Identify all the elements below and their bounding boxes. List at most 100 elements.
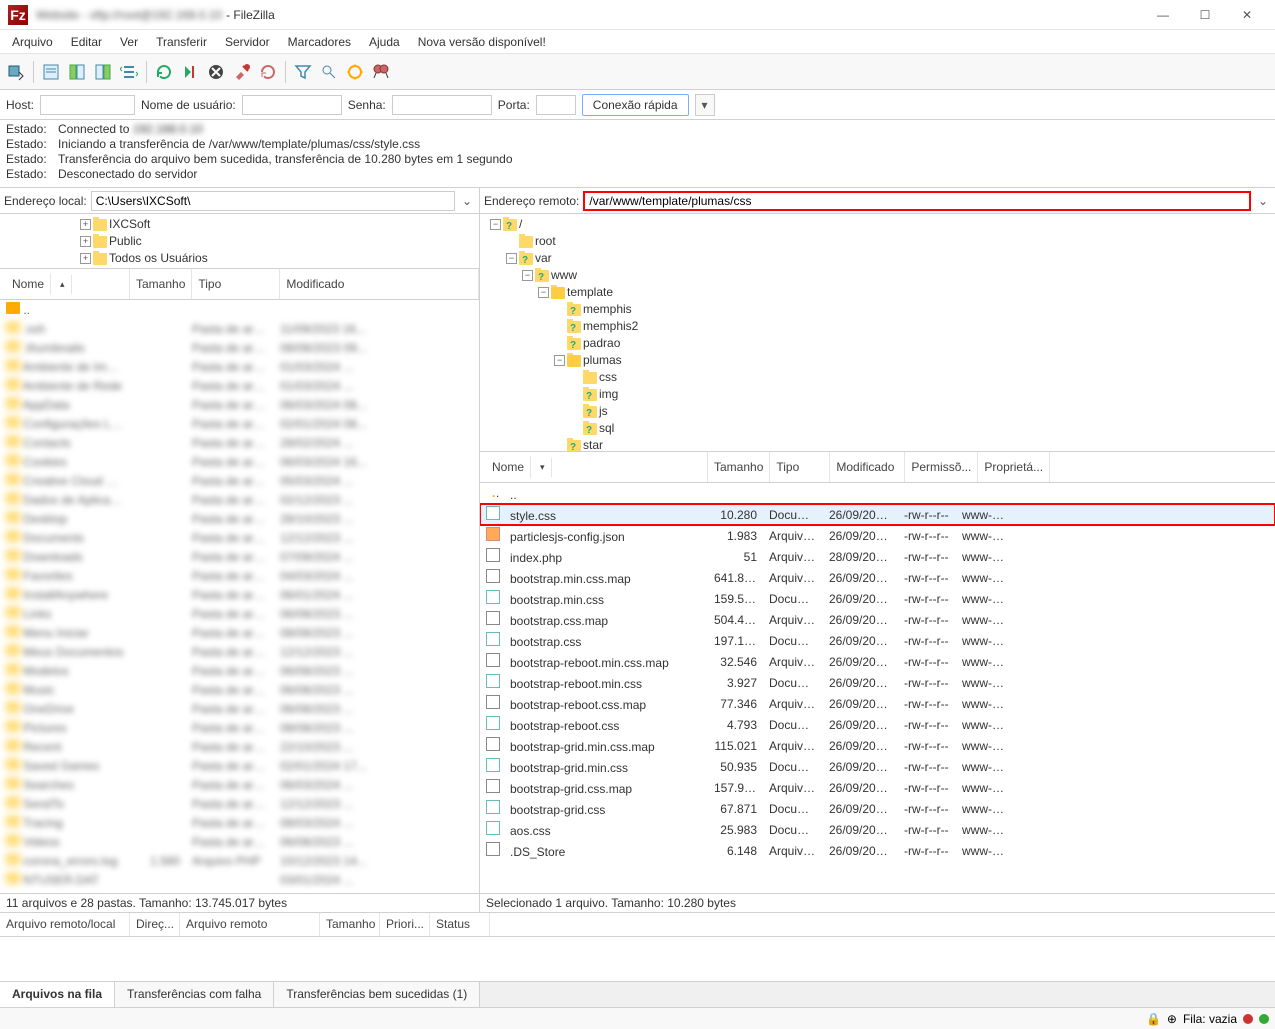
list-item[interactable]: NTUSER.DAT03/01/2024 ... [0, 870, 479, 889]
list-item[interactable]: VideosPasta de arqu...06/08/2023 ... [0, 832, 479, 851]
remote-tree-item[interactable]: −/ [484, 216, 1271, 233]
queue-col[interactable]: Arquivo remoto [180, 913, 320, 936]
list-item[interactable]: Menu IniciarPasta de arqu...08/08/2023 .… [0, 623, 479, 642]
col-own[interactable]: Proprietá... [978, 452, 1050, 482]
sync-browse-button[interactable] [343, 60, 367, 84]
list-item[interactable]: bootstrap-reboot.css4.793Docume...26/09/… [480, 714, 1275, 735]
toggle-local-tree-button[interactable] [65, 60, 89, 84]
remote-addr-input[interactable] [583, 191, 1251, 211]
remote-tree[interactable]: −/root−var−www−templatememphismemphis2pa… [480, 214, 1275, 452]
compare-button[interactable] [317, 60, 341, 84]
col-size[interactable]: Tamanho [130, 269, 192, 299]
list-item[interactable]: MusicPasta de arqu...06/08/2023 ... [0, 680, 479, 699]
find-button[interactable] [369, 60, 393, 84]
menu-marcadores[interactable]: Marcadores [280, 32, 359, 52]
local-tree[interactable]: +IXCSoft+Public+Todos os Usuários [0, 214, 479, 269]
menu-transferir[interactable]: Transferir [148, 32, 215, 52]
remote-tree-item[interactable]: img [484, 386, 1271, 403]
local-addr-dropdown[interactable]: ⌄ [459, 194, 475, 208]
tab-queue[interactable]: Arquivos na fila [0, 982, 115, 1007]
local-tree-item[interactable]: +IXCSoft [4, 216, 475, 233]
list-item[interactable]: particlesjs-config.json1.983Arquivo ...2… [480, 525, 1275, 546]
list-item[interactable]: bootstrap-grid.css67.871Docume...26/09/2… [480, 798, 1275, 819]
list-item[interactable]: bootstrap-reboot.min.css.map32.546Arquiv… [480, 651, 1275, 672]
queue-col[interactable]: Tamanho [320, 913, 380, 936]
toggle-log-button[interactable] [39, 60, 63, 84]
filter-button[interactable] [291, 60, 315, 84]
minimize-button[interactable]: — [1143, 1, 1183, 29]
list-item[interactable]: bootstrap.css197.170Docume...26/09/2023.… [480, 630, 1275, 651]
remote-tree-item[interactable]: −www [484, 267, 1271, 284]
menu-ver[interactable]: Ver [112, 32, 146, 52]
remote-tree-item[interactable]: css [484, 369, 1271, 386]
menu-arquivo[interactable]: Arquivo [4, 32, 61, 52]
list-item[interactable]: RecentPasta de arqu...22/10/2023 ... [0, 737, 479, 756]
list-item[interactable]: Ambiente de Impre...Pasta de arqu...01/0… [0, 357, 479, 376]
queue-col[interactable]: Arquivo remoto/local [0, 913, 130, 936]
site-manager-button[interactable] [4, 60, 28, 84]
list-item[interactable]: bootstrap.css.map504.418Arquivo ...26/09… [480, 609, 1275, 630]
list-item[interactable]: TracingPasta de arqu...08/03/2024 ... [0, 813, 479, 832]
toggle-remote-tree-button[interactable] [91, 60, 115, 84]
list-item[interactable]: .thumbnailsPasta de arqu...08/08/2023 09… [0, 338, 479, 357]
list-item[interactable]: Saved GamesPasta de arqu...02/01/2024 17… [0, 756, 479, 775]
list-item[interactable]: ModelosPasta de arqu...06/08/2023 ... [0, 661, 479, 680]
queue-col[interactable]: Priori... [380, 913, 430, 936]
local-addr-input[interactable] [91, 191, 455, 211]
col-size[interactable]: Tamanho [708, 452, 770, 482]
list-item[interactable]: PicturesPasta de arqu...08/08/2023 ... [0, 718, 479, 737]
refresh-button[interactable] [152, 60, 176, 84]
remote-tree-item[interactable]: memphis2 [484, 318, 1271, 335]
list-item[interactable]: CookiesPasta de arqu...06/03/2024 16... [0, 452, 479, 471]
remote-addr-dropdown[interactable]: ⌄ [1255, 194, 1271, 208]
remote-tree-item[interactable]: root [484, 233, 1271, 250]
quickconnect-dropdown[interactable]: ▾ [695, 94, 715, 116]
pass-input[interactable] [392, 95, 492, 115]
tab-failed[interactable]: Transferências com falha [115, 982, 274, 1007]
quickconnect-button[interactable]: Conexão rápida [582, 94, 689, 116]
menu-servidor[interactable]: Servidor [217, 32, 278, 52]
list-item[interactable]: aos.css25.983Docume...26/09/2023...-rw-r… [480, 819, 1275, 840]
col-perm[interactable]: Permissõ... [905, 452, 978, 482]
remote-tree-item[interactable]: −var [484, 250, 1271, 267]
col-type[interactable]: Tipo [770, 452, 830, 482]
list-item[interactable]: FavoritesPasta de arqu...04/03/2024 ... [0, 566, 479, 585]
list-item[interactable]: index.php51Arquivo ...28/09/2023...-rw-r… [480, 546, 1275, 567]
maximize-button[interactable]: ☐ [1185, 1, 1225, 29]
list-item[interactable]: .. [0, 300, 479, 319]
menu-update[interactable]: Nova versão disponível! [410, 32, 554, 52]
list-item[interactable]: .. [480, 483, 1275, 504]
list-item[interactable]: bootstrap.min.css159.515Docume...26/09/2… [480, 588, 1275, 609]
list-item[interactable]: bootstrap-grid.min.css.map115.021Arquivo… [480, 735, 1275, 756]
list-item[interactable]: DesktopPasta de arqu...28/10/2023 ... [0, 509, 479, 528]
col-type[interactable]: Tipo [192, 269, 280, 299]
list-item[interactable]: Dados de AplicativosPasta de arqu...02/1… [0, 490, 479, 509]
toggle-queue-button[interactable] [117, 60, 141, 84]
queue-col[interactable]: Status [430, 913, 490, 936]
port-input[interactable] [536, 95, 576, 115]
list-item[interactable]: ContactsPasta de arqu...28/02/2024 ... [0, 433, 479, 452]
list-item[interactable]: bootstrap-grid.css.map157.964Arquivo ...… [480, 777, 1275, 798]
remote-tree-item[interactable]: sql [484, 420, 1271, 437]
menu-editar[interactable]: Editar [63, 32, 110, 52]
user-input[interactable] [242, 95, 342, 115]
local-tree-item[interactable]: +Public [4, 233, 475, 250]
remote-tree-item[interactable]: −plumas [484, 352, 1271, 369]
list-item[interactable]: Meus DocumentosPasta de arqu...12/12/202… [0, 642, 479, 661]
list-item[interactable]: LinksPasta de arqu...06/08/2023 ... [0, 604, 479, 623]
disconnect-button[interactable] [230, 60, 254, 84]
close-button[interactable]: ✕ [1227, 1, 1267, 29]
list-item[interactable]: AppDataPasta de arqu...06/03/2024 08... [0, 395, 479, 414]
remote-tree-item[interactable]: −template [484, 284, 1271, 301]
list-item[interactable]: OneDrivePasta de arqu...06/08/2023 ... [0, 699, 479, 718]
remote-list[interactable]: Nome▾ Tamanho Tipo Modificado Permissõ..… [480, 452, 1275, 893]
local-list[interactable]: Nome▴ Tamanho Tipo Modificado .. .sshPas… [0, 269, 479, 893]
remote-tree-item[interactable]: star [484, 437, 1271, 452]
list-item[interactable]: bootstrap-reboot.min.css3.927Docume...26… [480, 672, 1275, 693]
list-item[interactable]: bootstrap-reboot.css.map77.346Arquivo ..… [480, 693, 1275, 714]
remote-tree-item[interactable]: js [484, 403, 1271, 420]
list-item[interactable]: bootstrap.min.css.map641.867Arquivo ...2… [480, 567, 1275, 588]
list-item[interactable]: InstallAnywherePasta de arqu...06/01/202… [0, 585, 479, 604]
col-mod[interactable]: Modificado [280, 269, 479, 299]
col-mod[interactable]: Modificado [830, 452, 905, 482]
